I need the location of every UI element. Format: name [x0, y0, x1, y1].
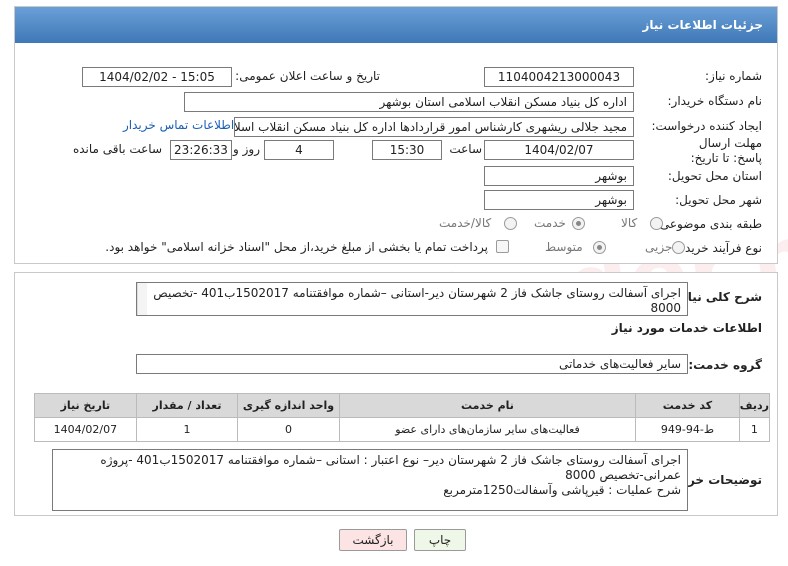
buyer-notes-line-2: عمرانی-تخصیص 8000 — [565, 468, 681, 482]
treasury-checkbox[interactable] — [496, 240, 509, 253]
city-field: بوشهر — [484, 190, 634, 210]
creator-label: ایجاد کننده درخواست: — [651, 119, 762, 133]
deadline-label: مهلت ارسال پاسخ: تا تاریخ: — [690, 136, 762, 165]
province-label: استان محل تحویل: — [667, 169, 762, 183]
col-code: کد خدمت — [635, 393, 740, 418]
category-radio-goods-service[interactable] — [504, 217, 517, 230]
buyer-org-field: اداره کل بنیاد مسکن انقلاب اسلامی استان … — [184, 92, 634, 112]
summary-text: اجرای آسفالت روستای جاشک فاز 2 شهرستان د… — [153, 286, 681, 315]
buyer-org-label: نام دستگاه خریدار: — [667, 94, 763, 108]
category-radio-service[interactable] — [572, 217, 585, 230]
print-button[interactable]: چاپ — [414, 529, 466, 551]
col-row: ردیف — [738, 393, 771, 418]
buyer-contact-link[interactable]: اطلاعات تماس خریدار — [123, 118, 234, 132]
service-group-label: گروه خدمت: — [688, 358, 762, 372]
process-option-minor: جزیی — [645, 240, 673, 254]
col-unit: واحد اندازه گیری — [237, 393, 340, 418]
category-option-goods-service: کالا/خدمت — [439, 216, 492, 230]
need-number-field: 1104004213000043 — [484, 67, 634, 87]
buyer-notes-textarea[interactable]: اجرای آسفالت روستای جاشک فاز 2 شهرستان د… — [52, 449, 688, 511]
category-label: طبقه بندی موضوعی: — [655, 217, 762, 231]
summary-scrollbar[interactable] — [137, 283, 147, 315]
remaining-label: ساعت باقی مانده — [72, 142, 162, 156]
category-option-goods: کالا — [621, 216, 638, 230]
announce-field: 1404/02/02 - 15:05 — [82, 67, 232, 87]
col-date: تاریخ نیاز — [34, 393, 137, 418]
city-label: شهر محل تحویل: — [675, 193, 762, 207]
table-row: 1 ط-94-949 فعالیت‌های سایر سازمان‌های دا… — [34, 417, 771, 442]
summary-label: شرح کلی نیاز: — [676, 290, 762, 304]
cell-unit: 0 — [237, 417, 340, 442]
buyer-notes-line-3: شرح عملیات : قیرپاشی وآسفالت1250مترمربع — [443, 483, 681, 497]
cell-qty: 1 — [135, 417, 239, 442]
days-label: روز و — [233, 142, 260, 156]
category-option-service: خدمت — [534, 216, 566, 230]
services-table: ردیف کد خدمت نام خدمت واحد اندازه گیری ت… — [34, 393, 771, 442]
services-section-title: اطلاعات خدمات مورد نیاز — [611, 321, 762, 335]
back-button[interactable]: بازگشت — [339, 529, 407, 551]
process-radio-minor[interactable] — [672, 241, 685, 254]
cell-name: فعالیت‌های سایر سازمان‌های دارای عضو — [338, 417, 637, 442]
process-label: نوع فرآیند خرید : — [677, 241, 762, 255]
deadline-date-field: 1404/02/07 — [484, 140, 634, 160]
col-qty: تعداد / مقدار — [135, 393, 239, 418]
creator-field: مجید جلالی ریشهری کارشناس امور قراردادها… — [234, 117, 634, 137]
deadline-time-label: ساعت — [449, 142, 482, 156]
days-field: 4 — [264, 140, 334, 160]
process-radio-medium[interactable] — [593, 241, 606, 254]
panel-title: جزئیات اطلاعات نیاز — [15, 7, 777, 43]
province-field: بوشهر — [484, 166, 634, 186]
category-radio-goods[interactable] — [650, 217, 663, 230]
treasury-note: پرداخت تمام یا بخشی از مبلغ خرید،از محل … — [105, 240, 488, 254]
table-header-row: ردیف کد خدمت نام خدمت واحد اندازه گیری ت… — [34, 393, 771, 418]
need-number-label: شماره نیاز: — [705, 69, 762, 83]
cell-row: 1 — [738, 417, 771, 442]
buyer-notes-line-1: اجرای آسفالت روستای جاشک فاز 2 شهرستان د… — [100, 453, 681, 467]
process-option-medium: متوسط — [545, 240, 583, 254]
cell-date: 1404/02/07 — [34, 417, 137, 442]
service-group-field: سایر فعالیت‌های خدماتی — [136, 354, 688, 374]
deadline-time-field: 15:30 — [372, 140, 442, 160]
col-name: نام خدمت — [338, 393, 637, 418]
remaining-time-field: 23:26:33 — [170, 140, 232, 160]
summary-textarea[interactable]: اجرای آسفالت روستای جاشک فاز 2 شهرستان د… — [136, 282, 688, 316]
cell-code: ط-94-949 — [635, 417, 740, 442]
announce-label: تاریخ و ساعت اعلان عمومی: — [235, 69, 380, 83]
